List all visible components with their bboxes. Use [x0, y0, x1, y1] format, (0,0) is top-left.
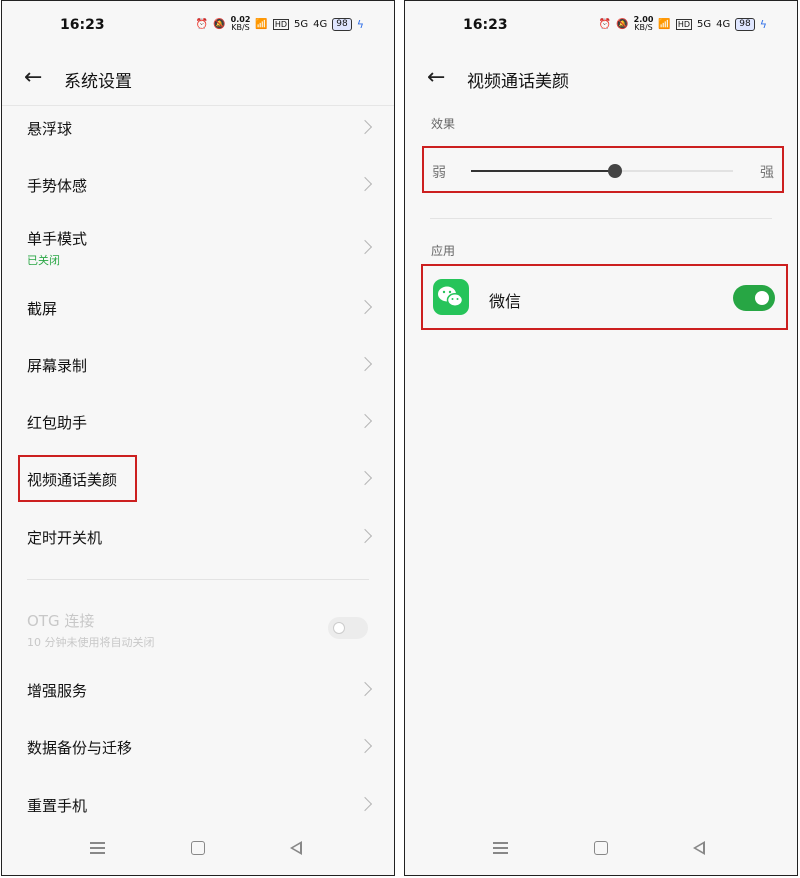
item-label: OTG 连接 [27, 612, 95, 630]
item-label: 增强服务 [27, 682, 88, 700]
network-speed: 0.02 KB/S [231, 16, 251, 32]
home-icon[interactable] [594, 841, 608, 855]
chevron-right-icon [357, 119, 373, 135]
settings-item-red-packet[interactable]: 红包助手 [2, 399, 394, 449]
item-label: 手势体感 [27, 177, 88, 195]
item-description: 10 分钟未使用将自动关闭 [27, 636, 155, 649]
item-status: 已关闭 [27, 254, 60, 267]
settings-item-gestures[interactable]: 手势体感 [2, 161, 394, 211]
item-label: 数据备份与迁移 [27, 739, 133, 757]
settings-item-one-hand[interactable]: 单手模式 已关闭 [2, 223, 394, 279]
effect-section-label: 效果 [431, 117, 456, 131]
hd-badge: HD [675, 18, 693, 30]
apps-section-label: 应用 [431, 244, 456, 258]
chevron-right-icon [357, 796, 373, 812]
item-label: 屏幕录制 [27, 357, 88, 375]
item-label: 悬浮球 [27, 120, 73, 138]
navigation-bar [2, 827, 394, 875]
page-title: 系统设置 [64, 72, 132, 92]
highlight-box [18, 455, 137, 502]
status-bar: 16:23 ⏰ 🔕 2.00 KB/S 📶 HD 5G 4G 98 ϟ [405, 1, 797, 49]
item-label: 重置手机 [27, 797, 88, 815]
chevron-right-icon [357, 681, 373, 697]
chevron-right-icon [357, 299, 373, 315]
wifi-icon: 📶 [658, 18, 671, 30]
battery-icon: 98 [735, 17, 755, 31]
item-label: 截屏 [27, 300, 58, 318]
home-icon[interactable] [191, 841, 205, 855]
highlight-box [421, 264, 788, 330]
settings-item-otg: OTG 连接 10 分钟未使用将自动关闭 [2, 606, 394, 652]
item-label: 单手模式 [27, 230, 88, 248]
chevron-right-icon [357, 470, 373, 486]
navigation-bar [405, 827, 797, 875]
settings-item-scheduled-power[interactable]: 定时开关机 [2, 513, 394, 563]
toggle-knob [333, 622, 345, 634]
alarm-icon: ⏰ [598, 18, 612, 30]
otg-toggle [328, 617, 368, 639]
alarm-icon: ⏰ [195, 18, 209, 30]
chevron-right-icon [357, 528, 373, 544]
section-divider [27, 579, 369, 580]
network-speed: 2.00 KB/S [634, 16, 654, 32]
item-label: 红包助手 [27, 414, 88, 432]
settings-item-reset[interactable]: 重置手机 [2, 781, 394, 831]
settings-item-backup[interactable]: 数据备份与迁移 [2, 724, 394, 774]
system-settings-screen: 16:23 ⏰ 🔕 0.02 KB/S 📶 HD 5G 4G 98 ϟ ← 系统设… [1, 0, 395, 876]
hd-badge: HD [272, 18, 290, 30]
page-title: 视频通话美颜 [467, 72, 569, 92]
page-header: ← 系统设置 [2, 59, 394, 99]
signal-4g: 4G [313, 18, 328, 30]
chevron-right-icon [357, 239, 373, 255]
back-triangle-icon[interactable] [693, 841, 705, 855]
battery-icon: 98 [332, 17, 352, 31]
status-time: 16:23 [60, 17, 105, 33]
signal-5g: 5G [697, 18, 712, 30]
back-triangle-icon[interactable] [290, 841, 302, 855]
speed-unit: KB/S [231, 23, 250, 32]
charging-icon: ϟ [759, 17, 767, 31]
recents-icon[interactable] [90, 842, 105, 854]
speed-unit: KB/S [634, 23, 653, 32]
page-header: ← 视频通话美颜 [405, 59, 797, 99]
highlight-box [422, 146, 784, 193]
chevron-right-icon [357, 356, 373, 372]
charging-icon: ϟ [356, 17, 364, 31]
settings-item-screenshot[interactable]: 截屏 [2, 285, 394, 335]
status-time: 16:23 [463, 17, 508, 33]
wifi-icon: 📶 [255, 18, 268, 30]
signal-4g: 4G [716, 18, 731, 30]
video-beauty-screen: 16:23 ⏰ 🔕 2.00 KB/S 📶 HD 5G 4G 98 ϟ ← 视频通… [404, 0, 798, 876]
section-divider [430, 218, 772, 219]
chevron-right-icon [357, 738, 373, 754]
settings-item-screen-record[interactable]: 屏幕录制 [2, 342, 394, 392]
mute-icon: 🔕 [616, 18, 629, 30]
back-arrow-icon[interactable]: ← [427, 65, 445, 90]
recents-icon[interactable] [493, 842, 508, 854]
chevron-right-icon [357, 413, 373, 429]
settings-item-floating-ball[interactable]: 悬浮球 [2, 106, 394, 156]
settings-item-enhanced-services[interactable]: 增强服务 [2, 667, 394, 717]
back-arrow-icon[interactable]: ← [24, 65, 42, 90]
signal-5g: 5G [294, 18, 309, 30]
mute-icon: 🔕 [213, 18, 226, 30]
status-bar: 16:23 ⏰ 🔕 0.02 KB/S 📶 HD 5G 4G 98 ϟ [2, 1, 394, 49]
item-label: 定时开关机 [27, 529, 103, 547]
chevron-right-icon [357, 176, 373, 192]
